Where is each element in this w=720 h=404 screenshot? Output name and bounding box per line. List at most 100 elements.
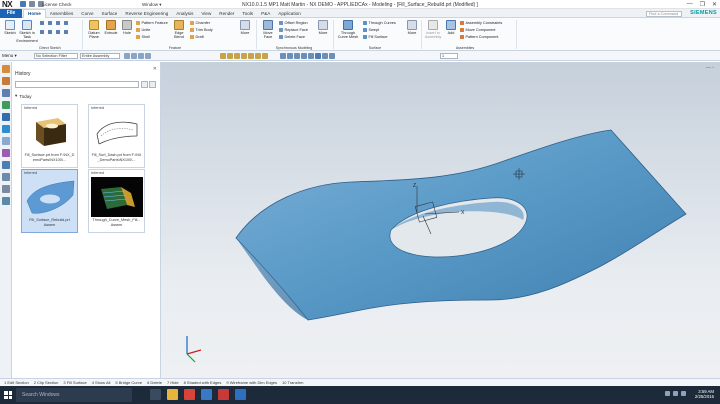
- history-card-selected[interactable]: Inferred Fill_Surface_Rebuild.prt Assem: [21, 169, 78, 233]
- add-component-button[interactable]: Add: [445, 20, 457, 35]
- quadrant-icon[interactable]: [248, 53, 254, 59]
- recent-command[interactable]: 5 Bridge Curve: [115, 380, 142, 385]
- part-navigator-icon[interactable]: [2, 89, 10, 97]
- recent-command[interactable]: 7 Hide: [167, 380, 179, 385]
- feature-more-button[interactable]: More: [238, 20, 252, 35]
- surface-more-button[interactable]: More: [405, 20, 419, 35]
- history-card[interactable]: Inferred Fill_Surface.prt from F:\NX_Dem…: [21, 104, 78, 168]
- recent-command[interactable]: 4 Show All: [92, 380, 111, 385]
- constraint-navigator-icon[interactable]: [2, 77, 10, 85]
- point-on-curve-icon[interactable]: [255, 53, 261, 59]
- minimize-button[interactable]: —: [687, 1, 693, 8]
- tab-home[interactable]: Home: [23, 9, 46, 18]
- tab-curve[interactable]: Curve: [77, 9, 97, 18]
- system-materials-icon[interactable]: [2, 149, 10, 157]
- recent-command[interactable]: 9 Wireframe with Dim Edges: [226, 380, 277, 385]
- line-tool[interactable]: [40, 21, 44, 25]
- history-options-button[interactable]: [149, 81, 156, 88]
- history-filter-input[interactable]: [15, 81, 139, 88]
- sketch-in-task-button[interactable]: Sketch in Task Environment: [16, 20, 38, 43]
- windows-search-input[interactable]: Search Windows: [16, 388, 132, 402]
- history-card[interactable]: Inferred Through_Curve_Mesh_Fill... Asse…: [88, 169, 145, 233]
- nx-app-icon[interactable]: [201, 389, 212, 400]
- recent-command[interactable]: 1 Edit Section: [4, 380, 29, 385]
- unite-button[interactable]: Unite: [136, 28, 150, 32]
- move-face-button[interactable]: Move Face: [260, 20, 276, 39]
- pattern-feature-button[interactable]: Pattern Feature: [136, 21, 168, 25]
- recent-command[interactable]: 8 Shaded with Edges: [184, 380, 222, 385]
- tab-analysis[interactable]: Analysis: [172, 9, 197, 18]
- replace-face-button[interactable]: Replace Face: [279, 28, 308, 32]
- panel-close-icon[interactable]: ✕: [153, 66, 157, 72]
- reuse-library-icon[interactable]: [2, 101, 10, 109]
- volume-icon[interactable]: [673, 391, 678, 396]
- tab-reverse-engineering[interactable]: Reverse Engineering: [121, 9, 172, 18]
- zoom-icon[interactable]: [287, 53, 293, 59]
- selection-filter-dropdown[interactable]: No Selection Filter: [34, 53, 78, 59]
- intersection-icon[interactable]: [241, 53, 247, 59]
- recent-command[interactable]: 10 Transfrm: [282, 380, 303, 385]
- datum-plane-button[interactable]: Datum Plane: [86, 20, 102, 39]
- tab-surface[interactable]: Surface: [98, 9, 122, 18]
- recent-command[interactable]: 6 Delete: [147, 380, 162, 385]
- assembly-navigator-icon[interactable]: [2, 65, 10, 73]
- web-browser-icon[interactable]: [2, 125, 10, 133]
- history-view-button[interactable]: [141, 81, 148, 88]
- assembly-constraints-button[interactable]: Assembly Constraints: [460, 21, 502, 25]
- snap-icon[interactable]: [138, 53, 144, 59]
- file-tab[interactable]: File: [0, 9, 22, 18]
- point-tool[interactable]: [40, 30, 44, 34]
- tab-pa[interactable]: P&A: [257, 9, 274, 18]
- orient-icon[interactable]: [308, 53, 314, 59]
- trim-body-button[interactable]: Trim Body: [190, 28, 213, 32]
- layer-icon[interactable]: [322, 53, 328, 59]
- store-icon[interactable]: [235, 389, 246, 400]
- extrude-button[interactable]: Extrude: [103, 20, 119, 35]
- edge-blend-button[interactable]: Edge Blend: [170, 20, 188, 39]
- recorder-icon[interactable]: [218, 389, 229, 400]
- draft-button[interactable]: Draft: [190, 35, 204, 39]
- history-card[interactable]: Inferred Fill_Surf_Dash.prt from F:\NX_D…: [88, 104, 145, 168]
- circle-tool[interactable]: [64, 21, 68, 25]
- notification-icon[interactable]: [681, 391, 686, 396]
- task-view-icon[interactable]: [150, 389, 161, 400]
- fillet-tool[interactable]: [48, 30, 52, 34]
- move-component-button[interactable]: Move Component: [460, 28, 495, 32]
- pan-icon[interactable]: [301, 53, 307, 59]
- system-scenes-icon[interactable]: [2, 197, 10, 205]
- tab-render[interactable]: Render: [215, 9, 238, 18]
- file-explorer-icon[interactable]: [167, 389, 178, 400]
- tab-assemblies[interactable]: Assemblies: [46, 9, 78, 18]
- recent-command[interactable]: 3 Fill Surface: [63, 380, 86, 385]
- fit-icon[interactable]: [280, 53, 286, 59]
- wcs-dropdown[interactable]: 1: [440, 53, 458, 59]
- through-curve-mesh-button[interactable]: Through Curve Mesh: [337, 20, 359, 39]
- windows-start-icon[interactable]: [4, 391, 12, 399]
- fill-surface-model[interactable]: Z X: [161, 62, 720, 378]
- shell-button[interactable]: Shell: [136, 35, 150, 39]
- endpoint-icon[interactable]: [220, 53, 226, 59]
- maximize-button[interactable]: ❐: [700, 1, 705, 8]
- rotate-icon[interactable]: [294, 53, 300, 59]
- tab-application[interactable]: Application: [274, 9, 304, 18]
- rectangle-tool[interactable]: [48, 21, 52, 25]
- chamfer-button[interactable]: Chamfer: [190, 21, 210, 25]
- snap-point-icon[interactable]: [145, 53, 151, 59]
- process-studio-icon[interactable]: [2, 161, 10, 169]
- recent-command[interactable]: 2 Clip Section: [34, 380, 59, 385]
- close-button[interactable]: ✕: [712, 1, 717, 8]
- history-group-today[interactable]: ▾ Today: [15, 93, 32, 99]
- hole-button[interactable]: Hole: [120, 20, 134, 35]
- history-icon[interactable]: [2, 137, 10, 145]
- menu-button[interactable]: Menu ▾: [2, 53, 17, 59]
- offset-region-button[interactable]: Offset Region: [279, 21, 308, 25]
- network-icon[interactable]: [665, 391, 670, 396]
- tab-tools[interactable]: Tools: [238, 9, 257, 18]
- render-style-icon[interactable]: [315, 53, 321, 59]
- midpoint-icon[interactable]: [227, 53, 233, 59]
- roles-icon[interactable]: [2, 185, 10, 193]
- center-icon[interactable]: [234, 53, 240, 59]
- select-icon[interactable]: [124, 53, 130, 59]
- trim-tool[interactable]: [64, 30, 68, 34]
- offset-tool[interactable]: [56, 30, 60, 34]
